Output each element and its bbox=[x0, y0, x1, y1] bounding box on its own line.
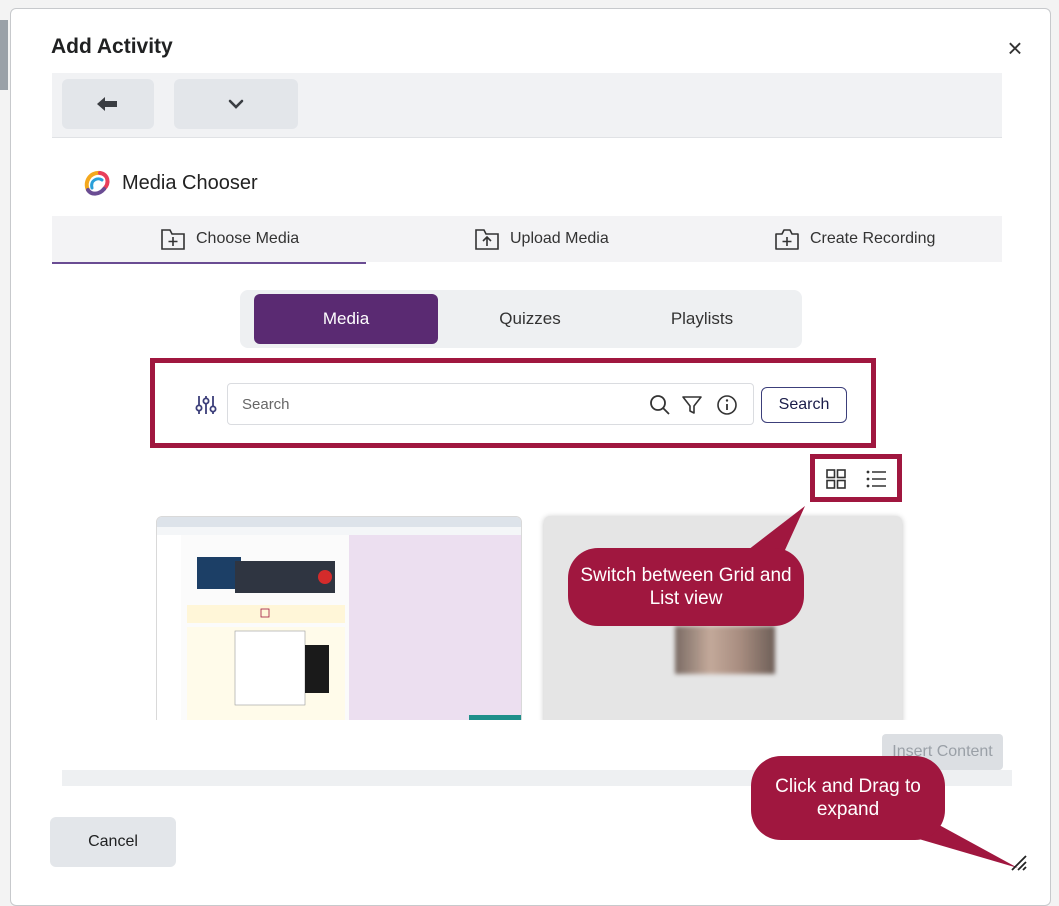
tab-media[interactable]: Media bbox=[254, 294, 438, 344]
filter-sliders-icon[interactable] bbox=[194, 393, 218, 417]
kaltura-logo-icon bbox=[84, 170, 110, 196]
callout-resize: Click and Drag to expand bbox=[751, 756, 945, 840]
tab-playlists[interactable]: Playlists bbox=[610, 294, 794, 344]
nav-label: Create Recording bbox=[810, 230, 936, 247]
blurred-video-preview bbox=[675, 626, 775, 674]
list-view-icon[interactable] bbox=[865, 468, 887, 490]
media-chooser-nav: Choose Media Upload Media Create Recordi… bbox=[52, 216, 1002, 262]
search-placeholder: Search bbox=[242, 396, 290, 413]
nav-choose-media[interactable]: Choose Media bbox=[160, 216, 299, 262]
nav-upload-media[interactable]: Upload Media bbox=[474, 216, 609, 262]
dialog-toolbar bbox=[52, 73, 1002, 138]
media-thumbnail-screenshot[interactable] bbox=[156, 516, 522, 720]
search-input[interactable]: Search bbox=[227, 383, 754, 425]
dialog-title: Add Activity bbox=[51, 35, 173, 58]
nav-create-recording[interactable]: Create Recording bbox=[774, 216, 935, 262]
grid-view-icon[interactable] bbox=[825, 468, 847, 490]
callout-view-switch: Switch between Grid and List view bbox=[568, 548, 804, 626]
resize-handle-icon[interactable] bbox=[1006, 850, 1028, 872]
media-chooser-frame: Media Chooser Choose Media Upload Media … bbox=[52, 138, 1002, 720]
more-menu-button[interactable] bbox=[174, 79, 298, 129]
view-toggle-highlight bbox=[810, 454, 902, 502]
close-icon[interactable]: × bbox=[1001, 35, 1029, 63]
active-nav-indicator bbox=[52, 262, 366, 264]
search-button[interactable]: Search bbox=[761, 387, 847, 423]
screenshot-thumbnail-image bbox=[157, 517, 521, 720]
camera-plus-icon bbox=[775, 229, 799, 250]
content-type-tabs: Media Quizzes Playlists bbox=[240, 290, 802, 348]
nav-label: Choose Media bbox=[196, 230, 300, 247]
background-edge bbox=[0, 20, 8, 90]
cancel-button[interactable]: Cancel bbox=[50, 817, 176, 867]
folder-plus-icon bbox=[161, 229, 185, 250]
tab-quizzes[interactable]: Quizzes bbox=[438, 294, 622, 344]
media-chooser-title: Media Chooser bbox=[122, 172, 258, 194]
filter-icon[interactable] bbox=[681, 394, 703, 416]
arrow-left-icon bbox=[97, 97, 117, 111]
nav-label: Upload Media bbox=[510, 230, 609, 247]
back-button[interactable] bbox=[62, 79, 154, 129]
search-icon[interactable] bbox=[649, 394, 671, 416]
folder-upload-icon bbox=[475, 229, 499, 250]
chevron-down-icon bbox=[228, 99, 244, 109]
info-icon[interactable] bbox=[716, 394, 738, 416]
